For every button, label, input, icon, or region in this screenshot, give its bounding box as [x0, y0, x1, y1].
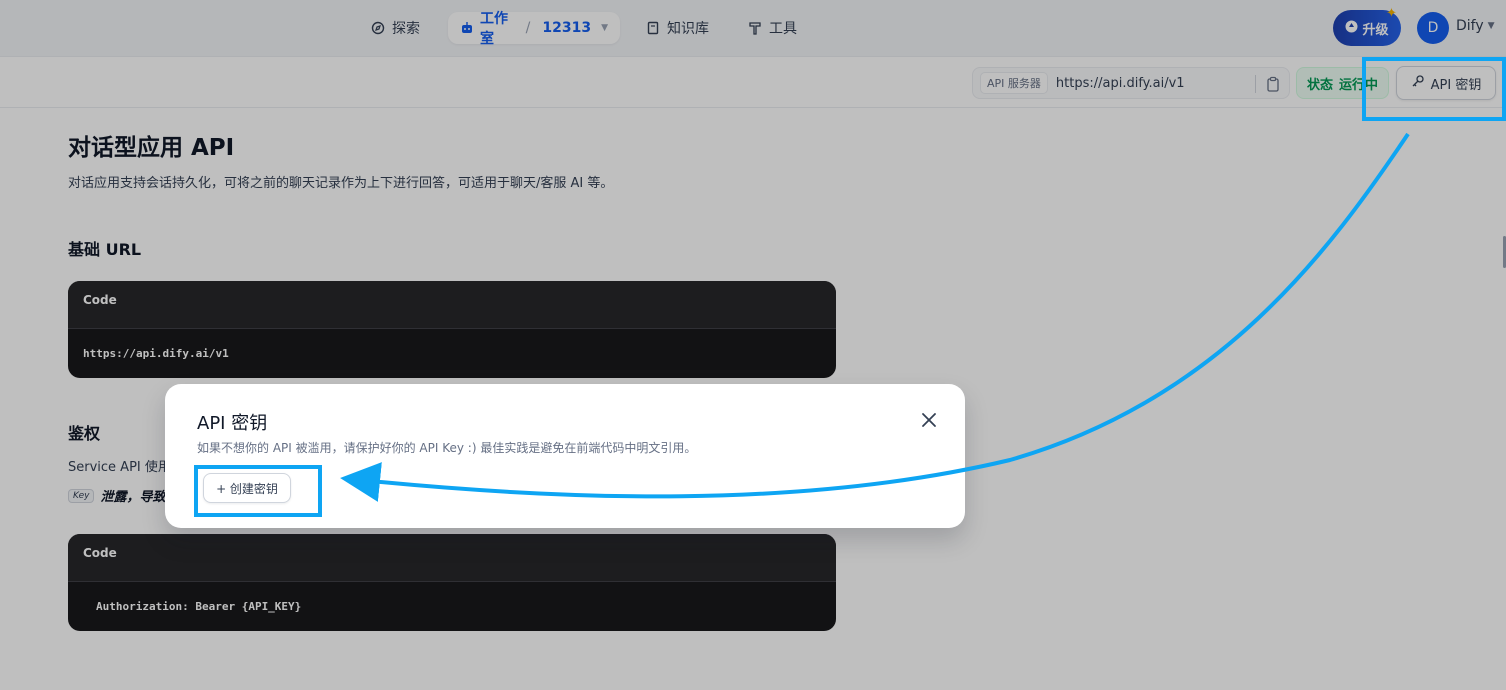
modal-description: 如果不想你的 API 被滥用，请保护好你的 API Key :) 最佳实践是避免… [197, 441, 697, 455]
highlight-api-key-button [1362, 57, 1506, 121]
highlight-create-key-button [194, 465, 322, 517]
modal-title: API 密钥 [197, 413, 268, 434]
modal-overlay[interactable] [0, 0, 1506, 690]
close-icon[interactable] [919, 410, 939, 430]
